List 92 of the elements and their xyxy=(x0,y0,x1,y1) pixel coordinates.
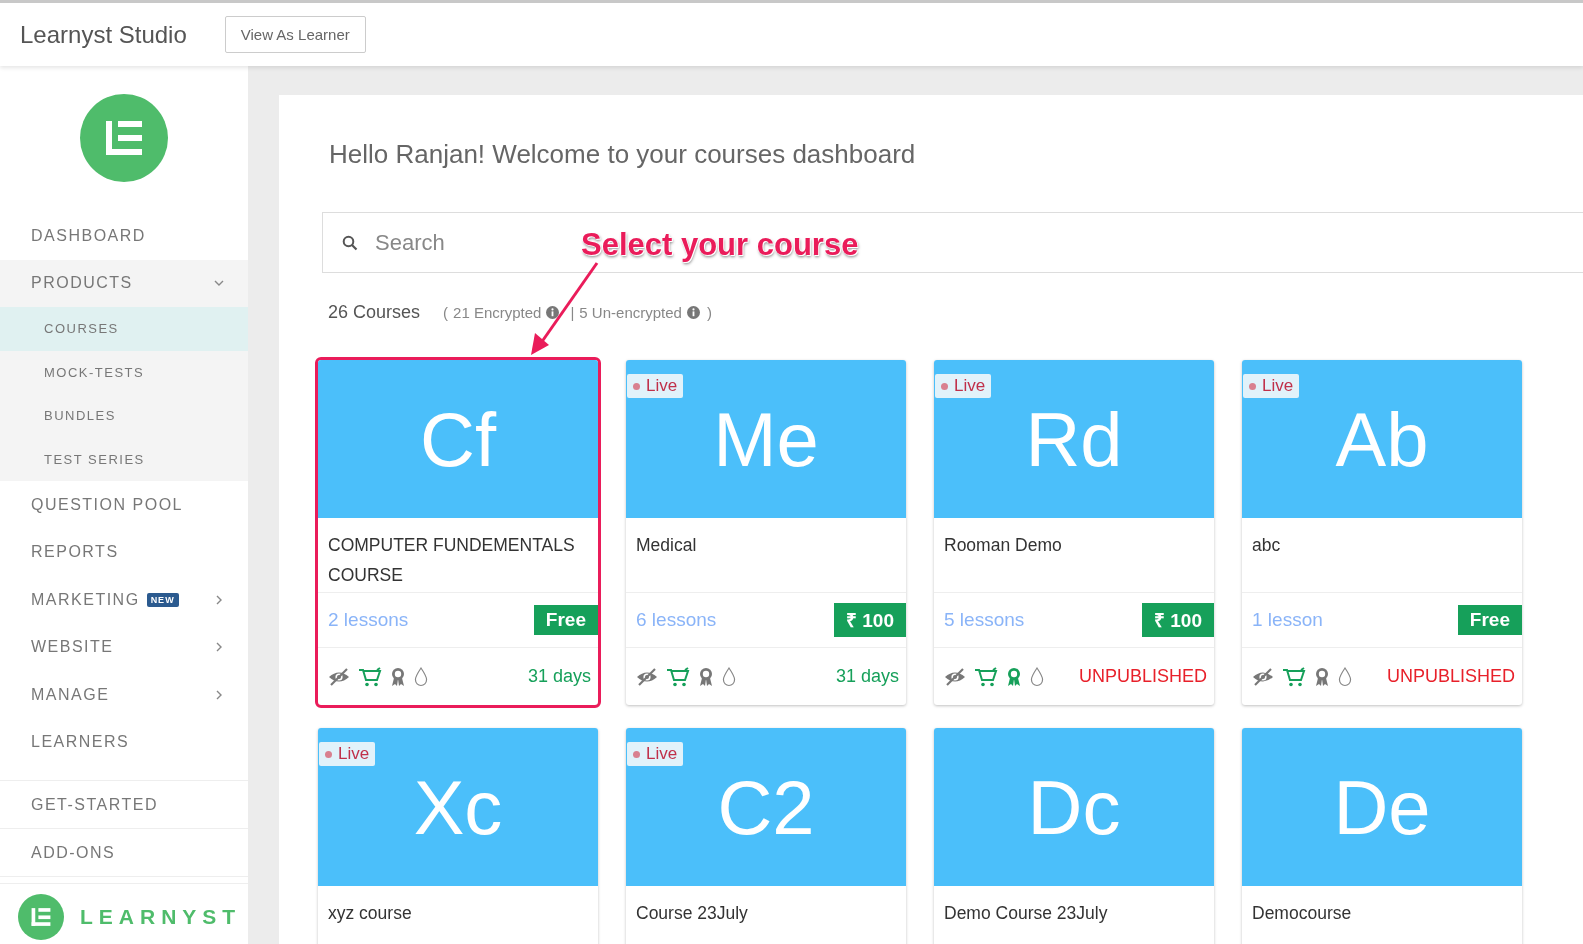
live-badge: Live xyxy=(935,374,992,398)
course-status: UNPUBLISHED xyxy=(1386,666,1515,687)
live-badge: Live xyxy=(1243,374,1300,398)
course-title: xyz course xyxy=(318,886,598,944)
nav-label: REPORTS xyxy=(31,543,119,562)
nav-label: QUESTION POOL xyxy=(31,495,183,514)
award-icon[interactable] xyxy=(390,666,406,687)
course-card[interactable]: Live Me Medical 6 lessons ₹ 100 31 days xyxy=(626,360,906,705)
unencrypted-count: 5 Un-encrypted xyxy=(579,303,682,321)
new-badge: NEW xyxy=(146,592,179,607)
course-title: abc xyxy=(1242,518,1522,593)
course-card[interactable]: Live Xc xyz course xyxy=(318,728,598,944)
welcome-heading: Hello Ranjan! Welcome to your courses dashboard xyxy=(329,138,917,170)
nav-label: LEARNERS xyxy=(31,733,130,752)
price-badge: ₹ 100 xyxy=(834,603,906,637)
brand-name: LEARNYST xyxy=(80,905,242,929)
eye-slash-icon[interactable] xyxy=(636,667,658,686)
app-title: Learnyst Studio xyxy=(20,20,187,49)
award-icon[interactable] xyxy=(698,666,714,687)
cart-icon[interactable] xyxy=(666,666,690,687)
course-initials: Rd xyxy=(1025,395,1123,483)
cart-icon[interactable] xyxy=(358,666,382,687)
nav-item[interactable]: REPORTS xyxy=(0,528,248,576)
cart-icon[interactable] xyxy=(1282,666,1306,687)
cart-icon[interactable] xyxy=(974,666,998,687)
course-initials: Cf xyxy=(420,395,496,483)
course-card[interactable]: Live C2 Course 23July xyxy=(626,728,906,944)
course-initials: Xc xyxy=(413,763,503,851)
separator: | xyxy=(570,303,575,321)
drop-icon[interactable] xyxy=(1030,666,1044,687)
drop-icon[interactable] xyxy=(1338,666,1352,687)
course-title: Course 23July xyxy=(626,886,906,944)
nav-item[interactable]: MANAGE xyxy=(0,671,248,719)
nav-label: DASHBOARD xyxy=(31,226,146,245)
nav-item[interactable]: ADD-ONS xyxy=(0,829,248,877)
course-count: 26 Courses xyxy=(328,301,421,323)
drop-icon[interactable] xyxy=(722,666,736,687)
course-status: UNPUBLISHED xyxy=(1078,666,1207,687)
nav-item[interactable]: WEBSITE xyxy=(0,623,248,671)
nav-item[interactable]: PRODUCTS xyxy=(0,259,248,307)
course-title: Medical xyxy=(626,518,906,593)
nav-subitem[interactable]: TEST SERIES xyxy=(0,437,248,481)
drop-icon[interactable] xyxy=(414,666,428,687)
nav-item[interactable]: GET-STARTED xyxy=(0,781,248,829)
live-badge: Live xyxy=(627,742,684,766)
info-icon[interactable] xyxy=(546,305,560,319)
course-status: 31 days xyxy=(527,666,591,687)
live-badge: Live xyxy=(627,374,684,398)
nav-subitem[interactable]: BUNDLES xyxy=(0,394,248,438)
course-status: 31 days xyxy=(835,666,899,687)
award-icon[interactable] xyxy=(1314,666,1330,687)
course-initials: C2 xyxy=(717,763,815,851)
course-initials: Ab xyxy=(1335,395,1429,483)
course-initials: Me xyxy=(713,395,819,483)
parenthesis: ( xyxy=(443,303,449,321)
encrypted-count: 21 Encrypted xyxy=(453,303,542,321)
nav-item[interactable]: QUESTION POOL xyxy=(0,481,248,529)
price-badge: Free xyxy=(1457,605,1522,635)
info-icon[interactable] xyxy=(686,305,700,319)
course-card[interactable]: Cf COMPUTER FUNDEMENTALS COURSE 2 lessons Free 31 days xyxy=(318,360,598,705)
nav-label: MARKETING xyxy=(31,590,140,609)
course-title: COMPUTER FUNDEMENTALS COURSE xyxy=(318,518,598,593)
course-title: Rooman Demo xyxy=(934,518,1214,593)
course-card[interactable]: Live Ab abc 1 lesson Free UNPUBLISHED xyxy=(1242,360,1522,705)
course-card[interactable]: Dc Demo Course 23July xyxy=(934,728,1214,944)
course-card[interactable]: De Democourse xyxy=(1242,728,1522,944)
price-badge: ₹ 100 xyxy=(1142,603,1214,637)
eye-slash-icon[interactable] xyxy=(328,667,350,686)
course-card[interactable]: Live Rd Rooman Demo 5 lessons ₹ 100 UNPUBLISHED xyxy=(934,360,1214,705)
course-initials: De xyxy=(1333,763,1431,851)
price-badge: Free xyxy=(533,605,598,635)
nav-label: WEBSITE xyxy=(31,638,114,657)
course-initials: Dc xyxy=(1027,763,1121,851)
live-badge: Live xyxy=(319,742,376,766)
course-title: Demo Course 23July xyxy=(934,886,1214,944)
nav-item[interactable]: MARKETING NEW xyxy=(0,576,248,624)
annotation-text: Select your course xyxy=(581,227,859,263)
nav-label: PRODUCTS xyxy=(31,274,133,293)
award-icon[interactable] xyxy=(1006,666,1022,687)
nav-label: MANAGE xyxy=(31,685,110,704)
parenthesis: ) xyxy=(706,303,712,321)
logo-icon xyxy=(80,94,168,182)
eye-slash-icon[interactable] xyxy=(944,667,966,686)
nav-item[interactable]: LEARNERS xyxy=(0,718,248,766)
logo-icon xyxy=(18,894,64,940)
nav-item[interactable]: DASHBOARD xyxy=(0,212,248,260)
search-icon xyxy=(342,235,358,251)
course-title: Democourse xyxy=(1242,886,1522,944)
view-as-learner-button[interactable]: View As Learner xyxy=(224,16,366,53)
eye-slash-icon[interactable] xyxy=(1252,667,1274,686)
nav-subitem[interactable]: COURSES xyxy=(0,307,248,351)
nav-subitem[interactable]: MOCK-TESTS xyxy=(0,350,248,394)
